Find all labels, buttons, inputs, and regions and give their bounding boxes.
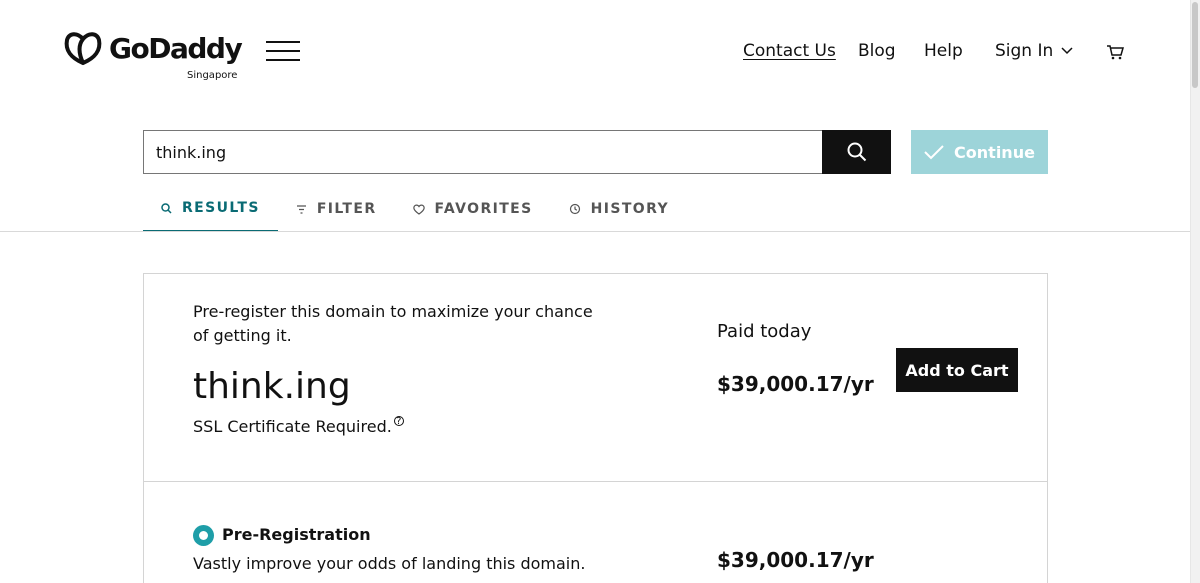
domain-price: $39,000.17/yr (717, 372, 874, 396)
domain-result-card: Pre-register this domain to maximize you… (143, 273, 1048, 583)
heart-icon (412, 204, 425, 215)
scrollbar-thumb[interactable] (1192, 2, 1198, 88)
chevron-down-icon (1061, 47, 1073, 55)
radio-dot (199, 531, 208, 540)
ssl-note-text: SSL Certificate Required. (193, 417, 392, 436)
domain-name: think.ing (193, 366, 351, 407)
nav-blog[interactable]: Blog (858, 41, 896, 61)
tab-filter[interactable]: FILTER (278, 186, 395, 232)
history-icon (569, 203, 580, 215)
brand-name: GoDaddy (109, 31, 243, 65)
tab-label: FAVORITES (434, 201, 533, 217)
domain-search-input[interactable] (143, 130, 823, 174)
menu-line (266, 41, 300, 43)
card-divider (144, 481, 1047, 482)
tab-label: HISTORY (590, 201, 670, 217)
search-icon (847, 142, 866, 162)
sign-in-label: Sign In (995, 41, 1054, 61)
tabs-divider (0, 231, 1190, 232)
search-button[interactable] (822, 130, 891, 174)
tab-label: RESULTS (182, 200, 260, 216)
tab-history[interactable]: HISTORY (551, 186, 687, 232)
menu-line (266, 50, 300, 52)
pre-registration-radio[interactable] (193, 525, 214, 546)
checkmark-icon (924, 145, 944, 160)
search-icon (161, 202, 172, 214)
brand-region: Singapore (187, 70, 238, 81)
tab-label: FILTER (316, 201, 377, 217)
add-to-cart-button[interactable]: Add to Cart (896, 348, 1018, 392)
continue-button[interactable]: Continue (911, 130, 1048, 174)
menu-line (266, 59, 300, 61)
tab-results[interactable]: RESULTS (143, 186, 278, 232)
help-icon[interactable]: ? (393, 416, 404, 427)
continue-label: Continue (954, 142, 1035, 162)
filter-icon (296, 204, 306, 214)
tab-favorites[interactable]: FAVORITES (395, 186, 551, 232)
nav-help[interactable]: Help (924, 41, 963, 61)
godaddy-logo-icon (64, 32, 102, 66)
results-tabs: RESULTS FILTER FAVORITES HISTORY (143, 186, 687, 232)
menu-button[interactable] (266, 41, 300, 63)
page-scrollbar[interactable] (1190, 0, 1200, 583)
pre-registration-price: $39,000.17/yr (717, 548, 874, 572)
ssl-note: SSL Certificate Required.? (193, 416, 404, 436)
pre-registration-title: Pre-Registration (222, 525, 371, 544)
godaddy-logo[interactable]: GoDaddy (63, 30, 243, 66)
nav-contact-us[interactable]: Contact Us (743, 41, 836, 61)
pre-registration-description: Vastly improve your odds of landing this… (193, 554, 586, 573)
paid-today-label: Paid today (717, 321, 812, 342)
pre-register-message: Pre-register this domain to maximize you… (193, 302, 593, 345)
nav-sign-in[interactable]: Sign In (995, 41, 1073, 61)
cart-icon[interactable] (1106, 44, 1124, 60)
